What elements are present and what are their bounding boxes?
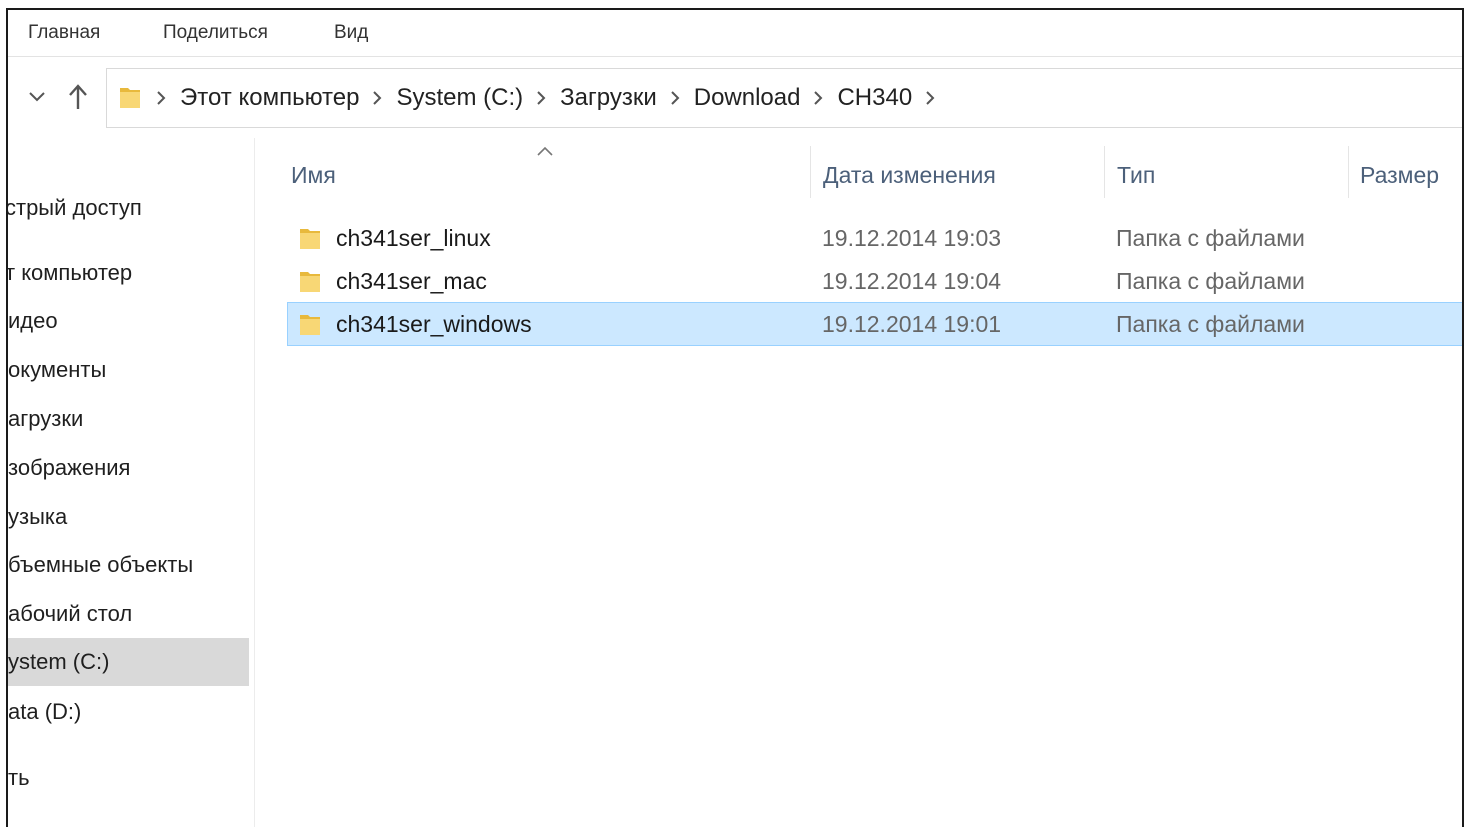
- file-row[interactable]: ch341ser_linux 19.12.2014 19:03 Папка с …: [287, 216, 1462, 260]
- breadcrumb-item[interactable]: Download: [694, 84, 801, 112]
- column-header-name[interactable]: Имя: [291, 162, 336, 189]
- sidebar-item-videos[interactable]: идео: [8, 297, 249, 345]
- arrow-up-icon[interactable]: [63, 82, 93, 112]
- column-header-date[interactable]: Дата изменения: [823, 162, 996, 189]
- file-list: Имя Дата изменения Тип Размер ch341ser_l…: [255, 138, 1462, 827]
- sidebar-item-pictures[interactable]: зображения: [8, 444, 249, 492]
- file-type: Папка с файлами: [1116, 268, 1305, 294]
- column-divider[interactable]: [810, 146, 811, 198]
- chevron-right-icon[interactable]: [373, 91, 382, 105]
- sidebar-item-downloads[interactable]: агрузки: [8, 395, 249, 443]
- sidebar-item-this-pc[interactable]: т компьютер: [8, 249, 249, 297]
- sidebar-item-data-d[interactable]: ata (D:): [8, 688, 249, 736]
- tab-view[interactable]: Вид: [334, 22, 368, 44]
- tab-share[interactable]: Поделиться: [163, 22, 268, 44]
- folder-icon: [300, 315, 320, 335]
- sidebar-item-system-c[interactable]: ystem (C:): [8, 638, 249, 686]
- breadcrumb-item[interactable]: CH340: [837, 84, 912, 112]
- breadcrumb-item[interactable]: System (C:): [396, 84, 523, 112]
- breadcrumb: Этот компьютер System (C:) Загрузки Down…: [107, 69, 949, 127]
- chevron-down-icon[interactable]: [22, 82, 52, 112]
- file-name: ch341ser_mac: [336, 268, 487, 294]
- folder-icon: [120, 88, 140, 108]
- address-bar[interactable]: Этот компьютер System (C:) Загрузки Down…: [106, 68, 1462, 128]
- sidebar-item-music[interactable]: узыка: [8, 493, 249, 541]
- column-divider[interactable]: [1348, 146, 1349, 198]
- sidebar-item-3d-objects[interactable]: бъемные объекты: [8, 541, 249, 589]
- chevron-right-icon[interactable]: [537, 91, 546, 105]
- explorer-window: Главная Поделиться Вид Этот компьютер Sy…: [6, 8, 1464, 827]
- file-date: 19.12.2014 19:04: [822, 268, 1002, 294]
- sidebar-item-network[interactable]: ть: [8, 754, 249, 802]
- navigation-bar: Этот компьютер System (C:) Загрузки Down…: [8, 64, 1462, 128]
- file-type: Папка с файлами: [1116, 225, 1305, 251]
- file-row[interactable]: ch341ser_mac 19.12.2014 19:04 Папка с фа…: [287, 259, 1462, 303]
- file-date: 19.12.2014 19:01: [822, 311, 1002, 337]
- file-name: ch341ser_windows: [336, 311, 532, 337]
- column-header-size[interactable]: Размер: [1360, 162, 1439, 189]
- folder-icon: [300, 229, 320, 249]
- sidebar-item-documents[interactable]: окументы: [8, 346, 249, 394]
- sort-ascending-icon: [537, 146, 553, 156]
- breadcrumb-item[interactable]: Этот компьютер: [180, 84, 359, 112]
- sidebar-item-desktop[interactable]: абочий стол: [8, 590, 249, 638]
- file-row-selected[interactable]: ch341ser_windows 19.12.2014 19:01 Папка …: [287, 302, 1462, 346]
- sidebar-item-quick-access[interactable]: стрый доступ: [8, 184, 249, 232]
- chevron-right-icon[interactable]: [157, 91, 166, 105]
- folder-icon: [300, 272, 320, 292]
- ribbon: Главная Поделиться Вид: [8, 10, 1462, 57]
- tab-home[interactable]: Главная: [28, 22, 100, 44]
- breadcrumb-item[interactable]: Загрузки: [560, 84, 657, 112]
- column-header-type[interactable]: Тип: [1117, 162, 1155, 189]
- file-date: 19.12.2014 19:03: [822, 225, 1002, 251]
- chevron-right-icon[interactable]: [814, 91, 823, 105]
- file-name: ch341ser_linux: [336, 225, 491, 251]
- navigation-pane: стрый доступ т компьютер идео окументы а…: [8, 138, 255, 827]
- file-type: Папка с файлами: [1116, 311, 1305, 337]
- chevron-right-icon[interactable]: [671, 91, 680, 105]
- column-divider[interactable]: [1104, 146, 1105, 198]
- chevron-right-icon[interactable]: [926, 91, 935, 105]
